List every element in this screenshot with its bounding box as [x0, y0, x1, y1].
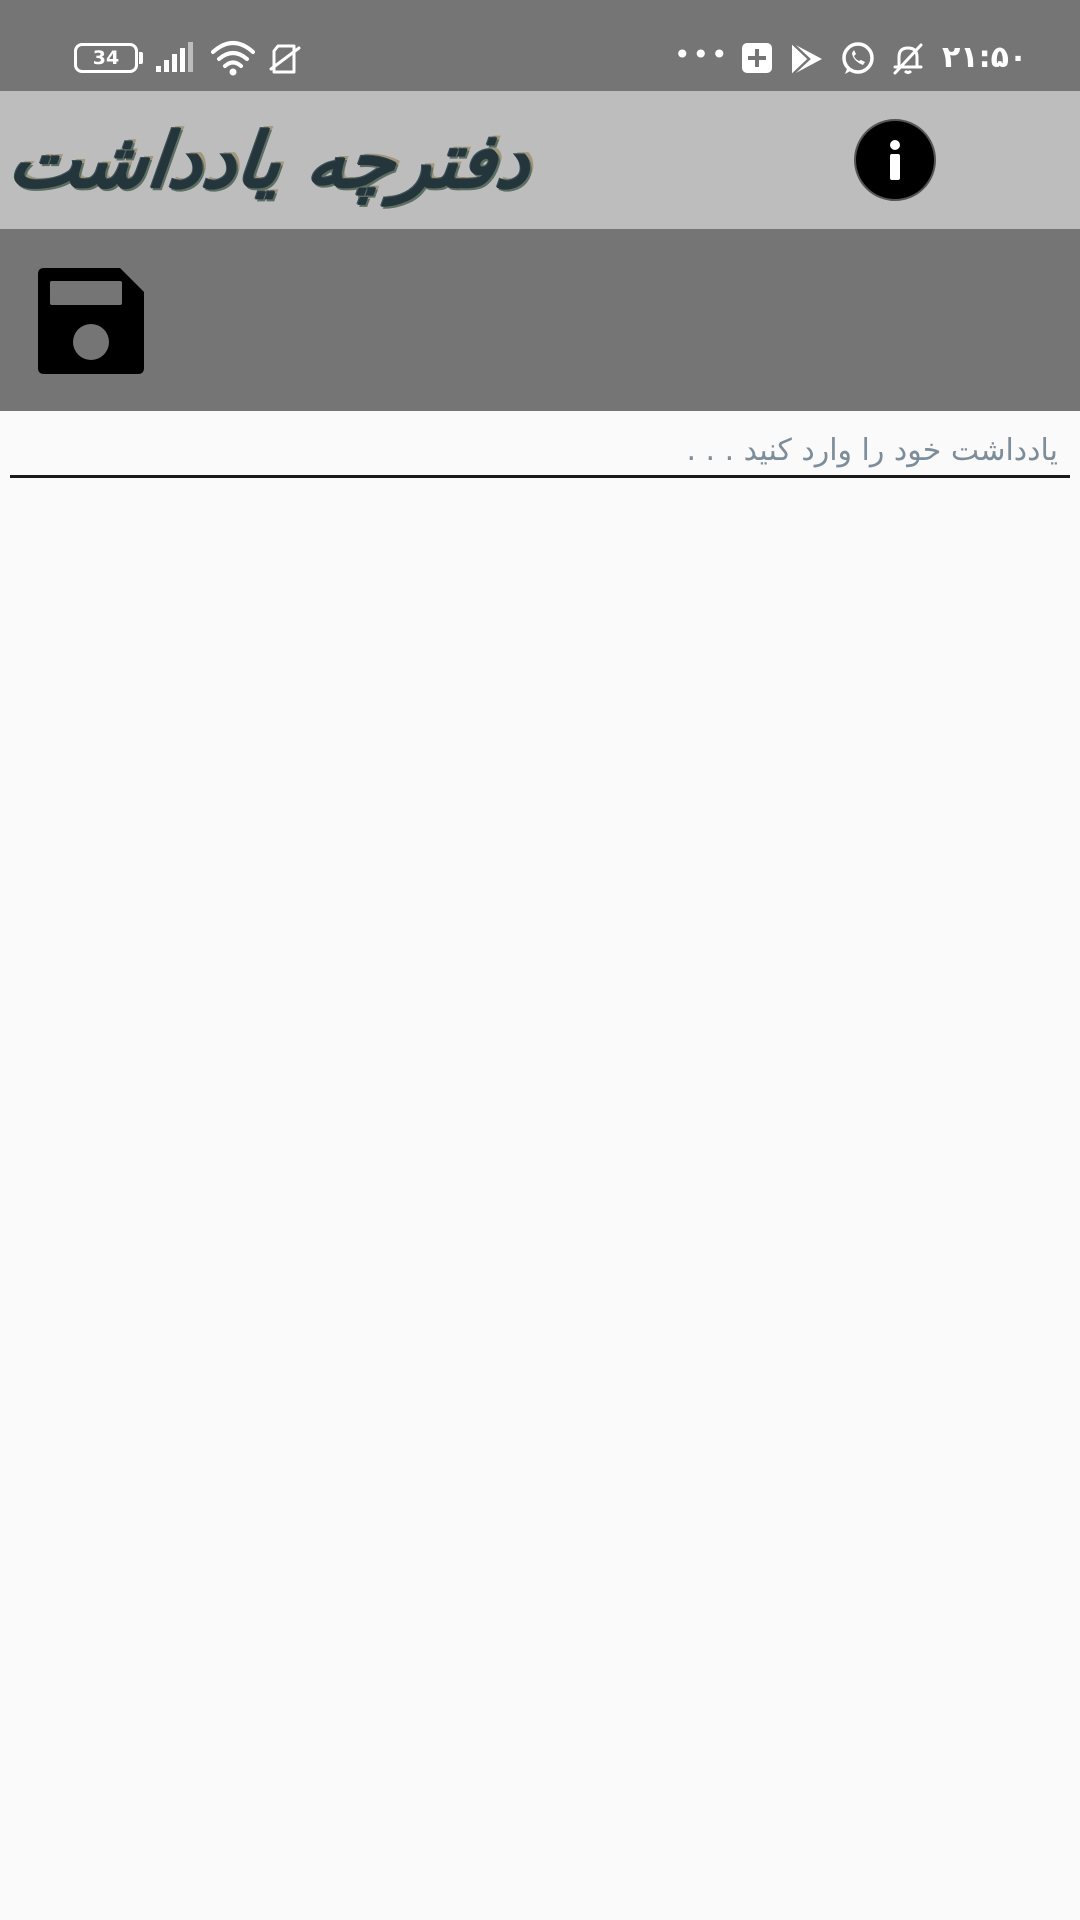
no-sim-icon — [269, 44, 301, 74]
floppy-disk-icon — [38, 268, 144, 374]
app-title: دفترچه یادداشت — [4, 115, 536, 205]
clock: ۲۱:۵۰ — [942, 40, 1028, 75]
whatsapp-icon — [842, 42, 874, 74]
info-icon — [890, 140, 900, 180]
info-button[interactable] — [854, 119, 936, 201]
cell-signal-icon — [156, 42, 193, 72]
toolbar — [0, 229, 1080, 411]
bell-off-icon — [893, 43, 923, 75]
battery-tip — [139, 52, 143, 64]
battery-level: 34 — [92, 47, 120, 69]
save-button[interactable] — [38, 268, 144, 374]
status-bar: 34 ••• ۲۱:۵۰ — [0, 0, 1080, 91]
add-box-icon — [742, 43, 772, 73]
battery-icon: 34 — [74, 43, 138, 73]
wifi-icon — [211, 41, 255, 76]
more-notifications-icon: ••• — [674, 38, 730, 71]
note-input[interactable] — [10, 430, 1070, 478]
play-store-icon — [791, 42, 822, 76]
